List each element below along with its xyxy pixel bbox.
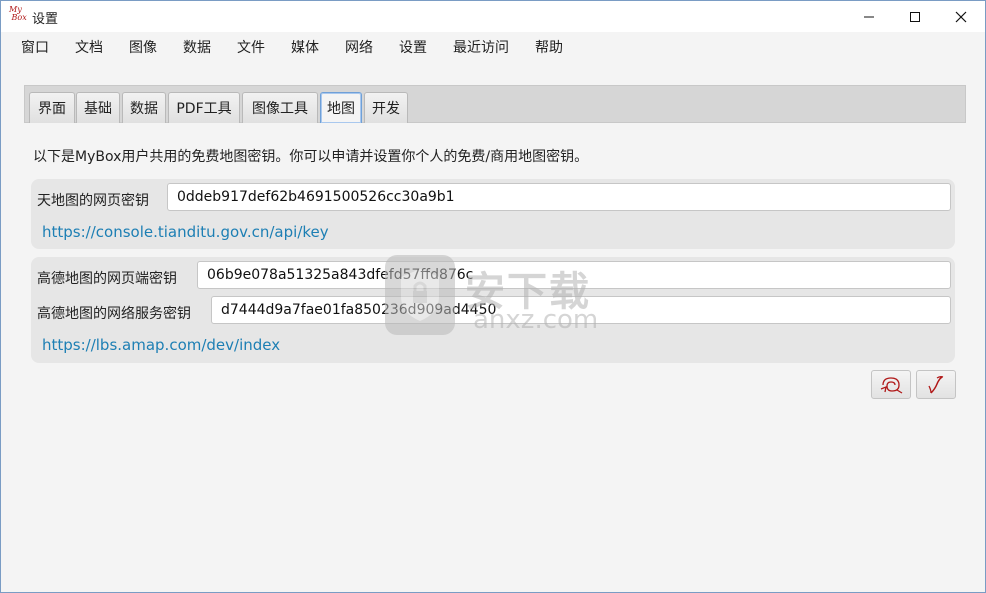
- watermark-shield-icon: [385, 255, 455, 335]
- tianditu-key-field[interactable]: 0ddeb917def62b4691500526cc30a9b1: [167, 183, 951, 211]
- title-bar: My Box 设置: [1, 1, 985, 32]
- menu-settings[interactable]: 设置: [389, 32, 437, 64]
- gaode-service-key-label: 高德地图的网络服务密钥: [37, 306, 191, 322]
- menu-network[interactable]: 网络: [335, 32, 383, 64]
- gaode-link[interactable]: https://lbs.amap.com/dev/index: [42, 336, 280, 354]
- menu-window[interactable]: 窗口: [11, 32, 59, 64]
- tianditu-link[interactable]: https://console.tianditu.gov.cn/api/key: [42, 223, 329, 241]
- tab-basic[interactable]: 基础: [76, 92, 120, 123]
- window-title: 设置: [32, 12, 59, 27]
- tab-map[interactable]: 地图: [320, 92, 362, 123]
- tab-develop[interactable]: 开发: [364, 92, 408, 123]
- close-button[interactable]: [938, 1, 984, 32]
- maximize-icon: [910, 11, 920, 22]
- minimize-button[interactable]: [846, 1, 892, 32]
- minimize-icon: [864, 16, 874, 17]
- app-logo-icon: My Box: [9, 5, 27, 22]
- maximize-button[interactable]: [892, 1, 938, 32]
- tianditu-group: 天地图的网页密钥 0ddeb917def62b4691500526cc30a9b…: [31, 179, 955, 249]
- menu-help[interactable]: 帮助: [525, 32, 573, 64]
- menu-document[interactable]: 文档: [65, 32, 113, 64]
- menu-image[interactable]: 图像: [119, 32, 167, 64]
- tab-interface[interactable]: 界面: [29, 92, 75, 123]
- tab-image-tools[interactable]: 图像工具: [242, 92, 318, 123]
- menu-data[interactable]: 数据: [173, 32, 221, 64]
- tab-bar: 界面 基础 数据 PDF工具 图像工具 地图 开发: [24, 85, 966, 123]
- tianditu-key-label: 天地图的网页密钥: [37, 193, 149, 209]
- watermark-domain: anxz.com: [473, 305, 599, 335]
- tab-pdf-tools[interactable]: PDF工具: [168, 92, 240, 123]
- ok-icon: [928, 375, 944, 394]
- gaode-web-key-label: 高德地图的网页端密钥: [37, 271, 177, 287]
- ok-button[interactable]: [916, 370, 956, 399]
- watermark: 安下载 anxz.com: [385, 255, 605, 339]
- map-key-description: 以下是MyBox用户共用的免费地图密钥。你可以申请并设置你个人的免费/商用地图密…: [33, 149, 589, 165]
- menu-file[interactable]: 文件: [227, 32, 275, 64]
- menu-media[interactable]: 媒体: [281, 32, 329, 64]
- recover-icon: [880, 376, 903, 394]
- close-icon: [955, 11, 967, 22]
- settings-window: My Box 设置 窗口 文档 图像 数据 文件 媒体 网络 设置 最近访问 帮…: [0, 0, 986, 593]
- menu-recent[interactable]: 最近访问: [443, 32, 519, 64]
- recover-button[interactable]: [871, 370, 911, 399]
- menu-bar: 窗口 文档 图像 数据 文件 媒体 网络 设置 最近访问 帮助: [1, 32, 985, 64]
- tab-data[interactable]: 数据: [122, 92, 166, 123]
